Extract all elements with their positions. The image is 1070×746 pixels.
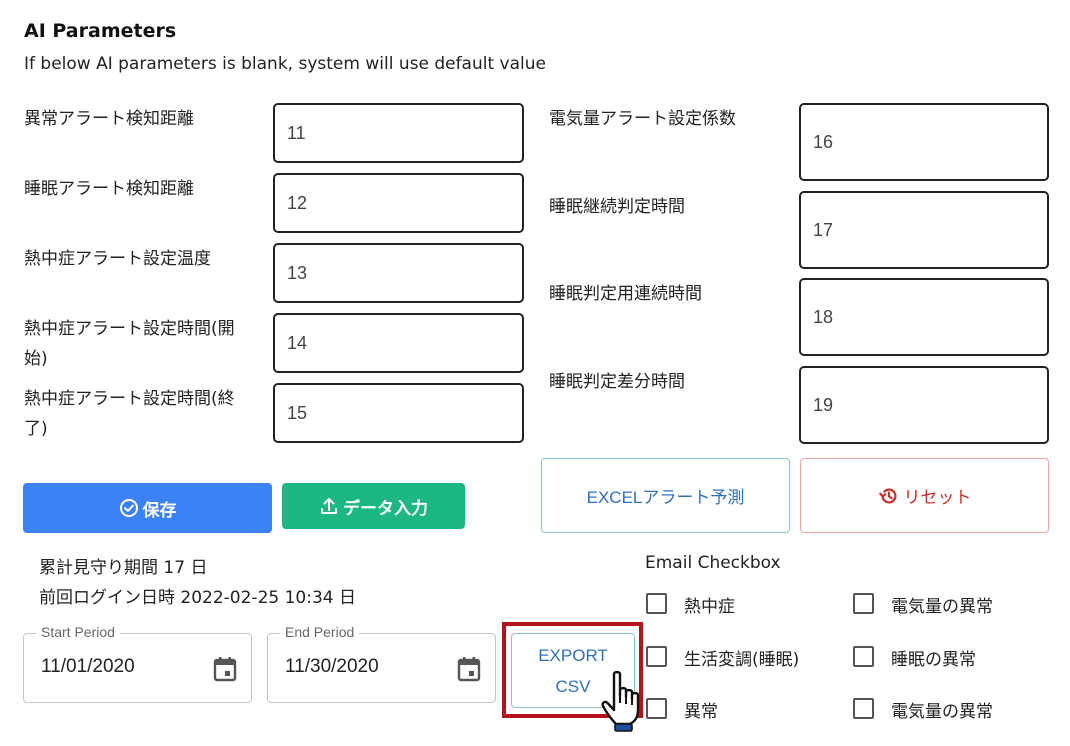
param-label-sleep-consecutive: 睡眠判定用連続時間 xyxy=(549,284,702,304)
param-input-sleep-distance[interactable] xyxy=(273,173,524,233)
email-checkbox-title: Email Checkbox xyxy=(645,553,781,573)
end-period-field[interactable]: End Period 11/30/2020 xyxy=(267,624,496,703)
hand-cursor-icon xyxy=(601,670,640,732)
param-input-sleep-continue[interactable] xyxy=(799,191,1049,269)
calendar-icon[interactable] xyxy=(213,656,237,682)
checkbox-sleep-anomaly[interactable] xyxy=(853,646,874,667)
start-period-value: 11/01/2020 xyxy=(41,656,135,677)
end-period-value: 11/30/2020 xyxy=(285,656,379,677)
checkbox-label-electricity-anomaly: 電気量の異常 xyxy=(891,597,993,617)
save-button[interactable]: 保存 xyxy=(23,483,272,533)
checkbox-label-life-change-sleep: 生活変調(睡眠) xyxy=(684,650,800,670)
checkbox-label-sleep-anomaly: 睡眠の異常 xyxy=(891,650,976,670)
param-label-anomaly-distance: 異常アラート検知距離 xyxy=(24,109,194,129)
checkbox-electricity-anomaly-2[interactable] xyxy=(853,698,874,719)
page-subtitle: If below AI parameters is blank, system … xyxy=(24,54,546,74)
data-import-button[interactable]: データ入力 xyxy=(282,483,465,529)
param-input-heatstroke-start[interactable] xyxy=(273,313,524,373)
checkbox-anomaly[interactable] xyxy=(646,698,667,719)
param-label-heatstroke-temp: 熱中症アラート設定温度 xyxy=(24,249,211,269)
checkbox-label-anomaly: 異常 xyxy=(684,702,718,722)
param-input-heatstroke-temp[interactable] xyxy=(273,243,524,303)
param-label-electricity-coef: 電気量アラート設定係数 xyxy=(549,109,736,129)
calendar-icon[interactable] xyxy=(457,656,481,682)
last-login-text: 前回ログイン日時 2022-02-25 10:34 日 xyxy=(39,588,356,608)
checkbox-heatstroke[interactable] xyxy=(646,593,667,614)
param-input-sleep-diff[interactable] xyxy=(799,366,1049,444)
param-input-anomaly-distance[interactable] xyxy=(273,103,524,163)
param-input-heatstroke-end[interactable] xyxy=(273,383,524,443)
param-label-sleep-continue: 睡眠継続判定時間 xyxy=(549,197,685,217)
checkbox-electricity-anomaly[interactable] xyxy=(853,593,874,614)
param-input-sleep-consecutive[interactable] xyxy=(799,278,1049,356)
excel-alert-button[interactable]: EXCELアラート予測 xyxy=(541,458,790,533)
check-circle-icon xyxy=(119,499,138,517)
param-label-sleep-distance: 睡眠アラート検知距離 xyxy=(24,179,194,199)
page-title: AI Parameters xyxy=(24,20,177,42)
start-period-field[interactable]: Start Period 11/01/2020 xyxy=(23,624,252,703)
checkbox-label-electricity-anomaly-2: 電気量の異常 xyxy=(891,702,993,722)
upload-icon xyxy=(321,498,337,514)
param-input-electricity-coef[interactable] xyxy=(799,103,1049,181)
reset-button[interactable]: リセット xyxy=(800,458,1049,533)
watch-period-text: 累計見守り期間 17 日 xyxy=(39,558,208,578)
param-label-heatstroke-start: 熱中症アラート設定時間(開 始) xyxy=(24,319,235,369)
param-label-sleep-diff: 睡眠判定差分時間 xyxy=(549,372,685,392)
checkbox-life-change-sleep[interactable] xyxy=(646,646,667,667)
history-icon xyxy=(878,488,896,504)
checkbox-label-heatstroke: 熱中症 xyxy=(684,597,735,617)
end-period-label: End Period xyxy=(280,624,360,640)
start-period-label: Start Period xyxy=(36,624,120,640)
param-label-heatstroke-end: 熱中症アラート設定時間(終 了) xyxy=(24,389,235,439)
